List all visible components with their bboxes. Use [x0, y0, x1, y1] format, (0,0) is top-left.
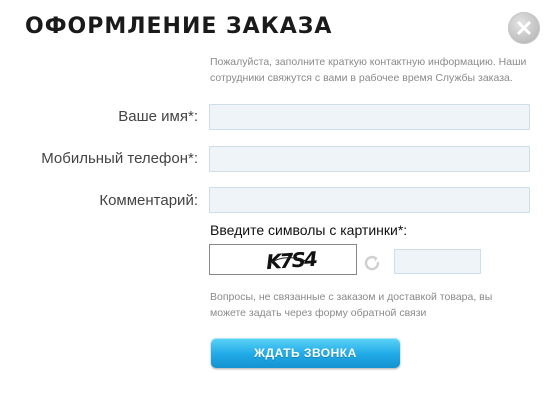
captcha-input[interactable]	[394, 249, 481, 274]
comment-label: Комментарий:	[99, 192, 198, 209]
dialog-title: ОФОРМЛЕНИЕ ЗАКАЗА	[25, 14, 333, 39]
captcha-graphic: K7S4	[265, 247, 317, 274]
phone-label: Мобильный телефон*:	[41, 150, 198, 167]
comment-input[interactable]	[209, 187, 530, 213]
close-button[interactable]	[508, 12, 540, 44]
captcha-text: K7S4	[265, 247, 317, 274]
feedback-note: Вопросы, не связанные с заказом и достав…	[210, 291, 493, 319]
name-label: Ваше имя*:	[118, 108, 198, 125]
captcha-label: Введите символы с картинки*:	[210, 222, 408, 238]
phone-input[interactable]	[209, 146, 530, 172]
captcha-image: K7S4	[209, 244, 357, 275]
refresh-captcha-button[interactable]	[362, 253, 382, 278]
name-input[interactable]	[209, 104, 530, 130]
intro-text: Пожалуйста, заполните краткую контактную…	[210, 56, 527, 84]
refresh-icon	[364, 255, 380, 271]
close-icon	[517, 21, 531, 35]
request-call-button[interactable]: ЖДАТЬ ЗВОНКА	[211, 338, 400, 368]
